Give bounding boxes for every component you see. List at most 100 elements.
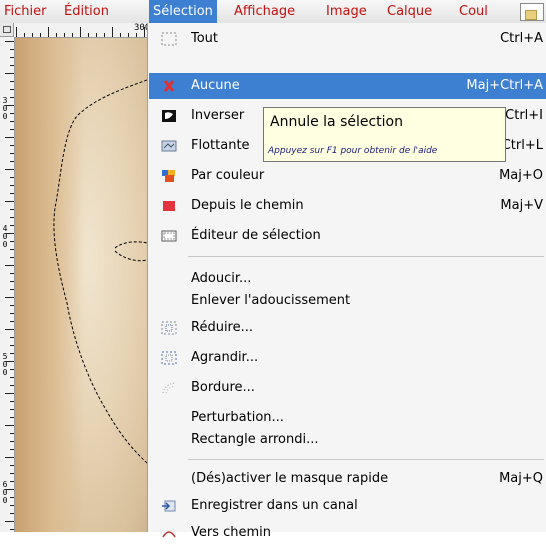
menu-item-editeur-selection[interactable]: Éditeur de sélection — [149, 223, 546, 249]
menu-item-agrandir[interactable]: Agrandir... — [149, 345, 546, 371]
ruler-tick — [10, 257, 14, 258]
menu-separator — [188, 459, 544, 460]
ruler-tick — [10, 153, 14, 154]
selection-menu: Tout Ctrl+A Aucune Maj+Ctrl+A Inverser C… — [147, 23, 546, 540]
menu-item-depuis-chemin[interactable]: Depuis le chemin Maj+V — [149, 193, 546, 219]
ruler-tick — [10, 81, 14, 82]
ruler-tick — [10, 481, 14, 482]
ruler-tick — [136, 33, 137, 37]
ruler-tick — [10, 57, 14, 58]
ruler-tick — [10, 513, 14, 514]
ruler-tick — [10, 97, 14, 98]
photo-image[interactable] — [15, 38, 147, 532]
ruler-label: 400 — [2, 224, 8, 249]
ruler-tick — [10, 433, 14, 434]
ruler-tick — [5, 137, 14, 138]
ruler-tick — [10, 369, 14, 370]
ruler-tick — [5, 297, 14, 298]
ruler-tick — [40, 33, 41, 37]
ruler-tick — [5, 489, 14, 490]
ruler-tick — [88, 33, 89, 37]
tooltip-title: Annule la sélection — [270, 114, 403, 130]
ruler-tick — [10, 417, 14, 418]
invert-selection-icon — [162, 110, 176, 122]
ruler-tick — [10, 225, 14, 226]
menu-image[interactable]: Image — [322, 0, 371, 23]
ruler-tick — [10, 217, 14, 218]
ruler-tick — [10, 113, 14, 114]
select-all-icon — [161, 32, 177, 46]
menu-item-enlever-adoucissement[interactable]: Enlever l'adoucissement — [149, 288, 546, 314]
floating-selection-icon — [161, 140, 177, 152]
menu-item-aucune[interactable]: Aucune Maj+Ctrl+A — [149, 73, 546, 99]
select-by-color-icon — [162, 170, 175, 182]
selection-editor-icon — [161, 230, 177, 242]
menu-selection[interactable]: Sélection — [149, 0, 217, 23]
menu-fichier[interactable]: Fichier — [0, 0, 51, 23]
menu-item-rectangle-arrondi[interactable]: Rectangle arrondi... — [149, 427, 546, 453]
ruler-tick — [5, 41, 14, 42]
ruler-tick — [10, 505, 14, 506]
ruler-tick — [72, 33, 73, 37]
ruler-tick — [64, 33, 65, 37]
menu-item-par-couleur[interactable]: Par couleur Maj+O — [149, 163, 546, 189]
ruler-tick — [10, 289, 14, 290]
ruler-tick — [24, 33, 25, 37]
ruler-tick — [10, 193, 14, 194]
ruler-tick — [10, 313, 14, 314]
menu-item-enregistrer-canal[interactable]: Enregistrer dans un canal — [149, 493, 546, 519]
menu-item-vers-chemin[interactable]: Vers chemin — [149, 520, 546, 546]
ruler-label: 500 — [2, 352, 8, 377]
ruler-tick — [10, 497, 14, 498]
ruler-tick — [5, 233, 14, 234]
ruler-tick — [10, 465, 14, 466]
menu-edition[interactable]: Édition — [60, 0, 113, 23]
menu-calque[interactable]: Calque — [383, 0, 436, 23]
ruler-tick — [10, 281, 14, 282]
ruler-tick — [10, 121, 14, 122]
ruler-tick — [10, 241, 14, 242]
ruler-tick — [10, 209, 14, 210]
vertical-ruler[interactable]: 300 400 500 600 — [0, 37, 15, 532]
menu-couleurs[interactable]: Coul — [455, 0, 492, 23]
ruler-tick — [104, 33, 105, 37]
ruler-tick — [10, 473, 14, 474]
tooltip-help: Appuyez sur F1 pour obtenir de l'aide — [268, 146, 438, 156]
image-canvas[interactable]: 300 300 400 500 600 — [0, 23, 147, 532]
ruler-corner-icon[interactable] — [0, 23, 14, 37]
ruler-tick — [5, 521, 14, 522]
ruler-tick — [5, 393, 14, 394]
ruler-tick — [5, 361, 14, 362]
ruler-tick — [10, 529, 14, 530]
ruler-tick — [120, 33, 121, 37]
color-swatch-icon[interactable] — [520, 3, 544, 21]
ruler-tick — [5, 265, 14, 266]
menu-item-bordure[interactable]: Bordure... — [149, 375, 546, 401]
ruler-tick — [10, 273, 14, 274]
menu-item-reduire[interactable]: Réduire... — [149, 315, 546, 341]
menu-affichage[interactable]: Affichage — [230, 0, 299, 23]
ruler-tick — [10, 353, 14, 354]
ruler-tick — [10, 409, 14, 410]
ruler-tick — [10, 441, 14, 442]
ruler-tick — [10, 161, 14, 162]
horizontal-ruler[interactable]: 300 — [14, 23, 147, 38]
ruler-tick — [10, 449, 14, 450]
ruler-tick — [5, 73, 14, 74]
ruler-tick — [5, 105, 14, 106]
ruler-tick — [48, 27, 49, 37]
ruler-tick — [10, 377, 14, 378]
ruler-label: 300 — [134, 23, 147, 33]
ruler-tick — [10, 89, 14, 90]
menu-separator — [188, 256, 544, 257]
ruler-tick — [10, 145, 14, 146]
ruler-tick — [5, 457, 14, 458]
ruler-tick — [10, 249, 14, 250]
ruler-tick — [10, 321, 14, 322]
to-path-icon — [162, 531, 176, 538]
ruler-tick — [5, 329, 14, 330]
ruler-tick — [56, 33, 57, 37]
ruler-tick — [5, 169, 14, 170]
menu-item-masque-rapide[interactable]: (Dés)activer le masque rapide Maj+Q — [149, 466, 546, 492]
menu-item-tout[interactable]: Tout Ctrl+A — [149, 26, 546, 52]
